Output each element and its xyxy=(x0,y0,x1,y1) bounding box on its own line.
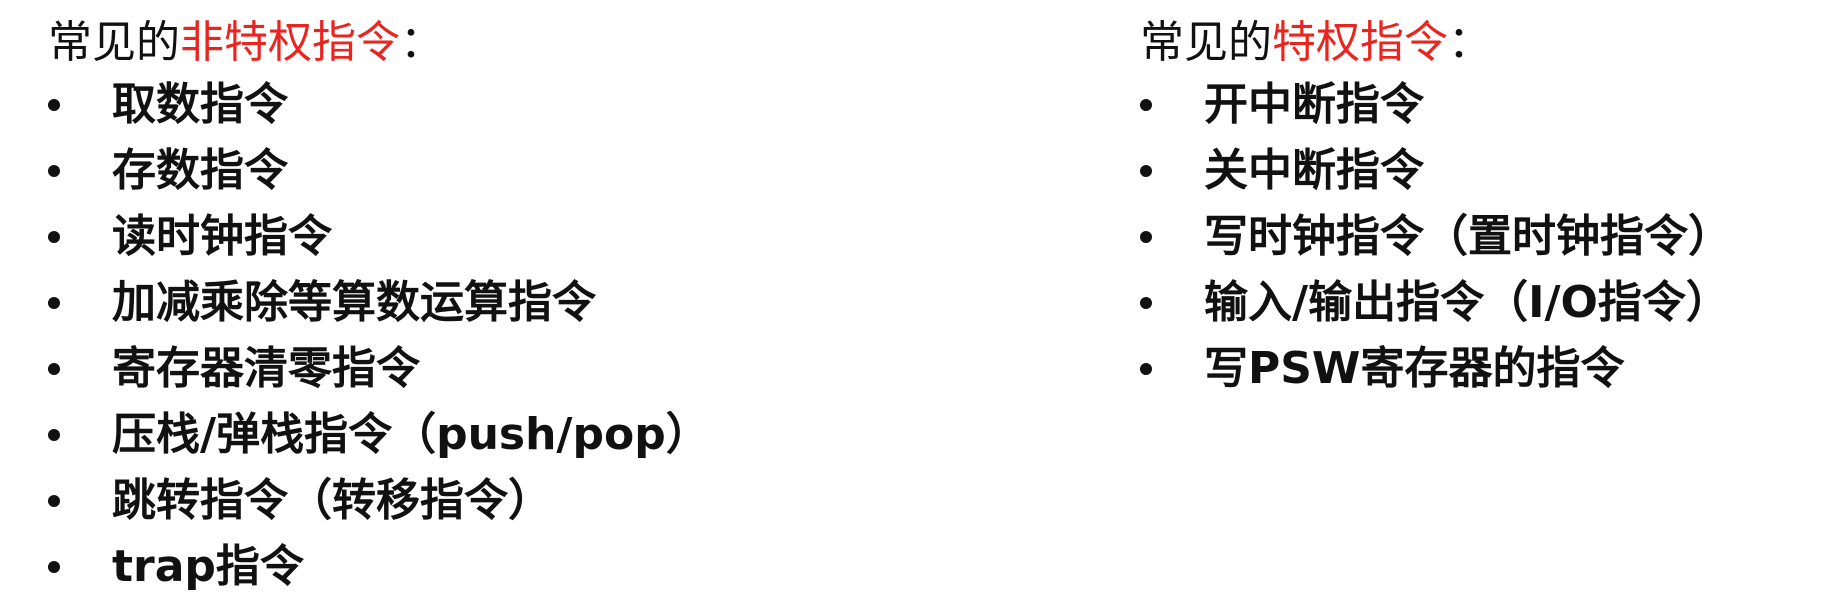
list-item: 加减乘除等算数运算指令 xyxy=(48,270,710,336)
list-item: trap指令 xyxy=(48,534,710,600)
list-item: 开中断指令 xyxy=(1140,72,1732,138)
heading-prefix: 常见的 xyxy=(48,17,180,68)
bullet-icon xyxy=(1140,231,1152,243)
bullet-icon xyxy=(1140,165,1152,177)
bullet-icon xyxy=(48,561,60,573)
list-item: 取数指令 xyxy=(48,72,710,138)
list-item-text: 存数指令 xyxy=(112,145,288,196)
list-item: 跳转指令（转移指令） xyxy=(48,468,710,534)
heading-prefix: 常见的 xyxy=(1140,17,1272,68)
list-item-text: 写PSW寄存器的指令 xyxy=(1204,343,1625,394)
bullet-icon xyxy=(48,363,60,375)
bullet-icon xyxy=(48,231,60,243)
list-item-text: 关中断指令 xyxy=(1204,145,1424,196)
list-item-text: 开中断指令 xyxy=(1204,79,1424,130)
list-item-text: 取数指令 xyxy=(112,79,288,130)
list-item: 存数指令 xyxy=(48,138,710,204)
list-item-text: 读时钟指令 xyxy=(112,211,332,262)
heading-suffix: ： xyxy=(1448,17,1492,68)
bullet-icon xyxy=(48,297,60,309)
heading-suffix: ： xyxy=(400,17,444,68)
list-item: 压栈/弹栈指令（push/pop） xyxy=(48,402,710,468)
list-item: 写PSW寄存器的指令 xyxy=(1140,336,1732,402)
list-item: 输入/输出指令（I/O指令） xyxy=(1140,270,1732,336)
list-item-text: 加减乘除等算数运算指令 xyxy=(112,277,596,328)
heading-accent: 特权指令 xyxy=(1272,17,1448,68)
list-item: 关中断指令 xyxy=(1140,138,1732,204)
bullet-icon xyxy=(1140,99,1152,111)
privileged-list: 开中断指令 关中断指令 写时钟指令（置时钟指令） 输入/输出指令（I/O指令） … xyxy=(1140,72,1732,402)
list-item-text: 压栈/弹栈指令（push/pop） xyxy=(112,409,710,460)
list-item-text: 跳转指令（转移指令） xyxy=(112,475,552,526)
list-item: 写时钟指令（置时钟指令） xyxy=(1140,204,1732,270)
bullet-icon xyxy=(48,429,60,441)
list-item: 寄存器清零指令 xyxy=(48,336,710,402)
bullet-icon xyxy=(48,165,60,177)
privileged-heading: 常见的特权指令： xyxy=(1140,10,1492,76)
list-item-text: 输入/输出指令（I/O指令） xyxy=(1204,277,1730,328)
list-item-text: 寄存器清零指令 xyxy=(112,343,420,394)
list-item-text: trap指令 xyxy=(112,541,304,592)
non-privileged-list: 取数指令 存数指令 读时钟指令 加减乘除等算数运算指令 寄存器清零指令 压栈/弹… xyxy=(48,72,710,600)
heading-accent: 非特权指令 xyxy=(180,17,400,68)
bullet-icon xyxy=(1140,363,1152,375)
bullet-icon xyxy=(1140,297,1152,309)
list-item-text: 写时钟指令（置时钟指令） xyxy=(1204,211,1732,262)
non-privileged-heading: 常见的非特权指令： xyxy=(48,10,444,76)
bullet-icon xyxy=(48,495,60,507)
bullet-icon xyxy=(48,99,60,111)
list-item: 读时钟指令 xyxy=(48,204,710,270)
